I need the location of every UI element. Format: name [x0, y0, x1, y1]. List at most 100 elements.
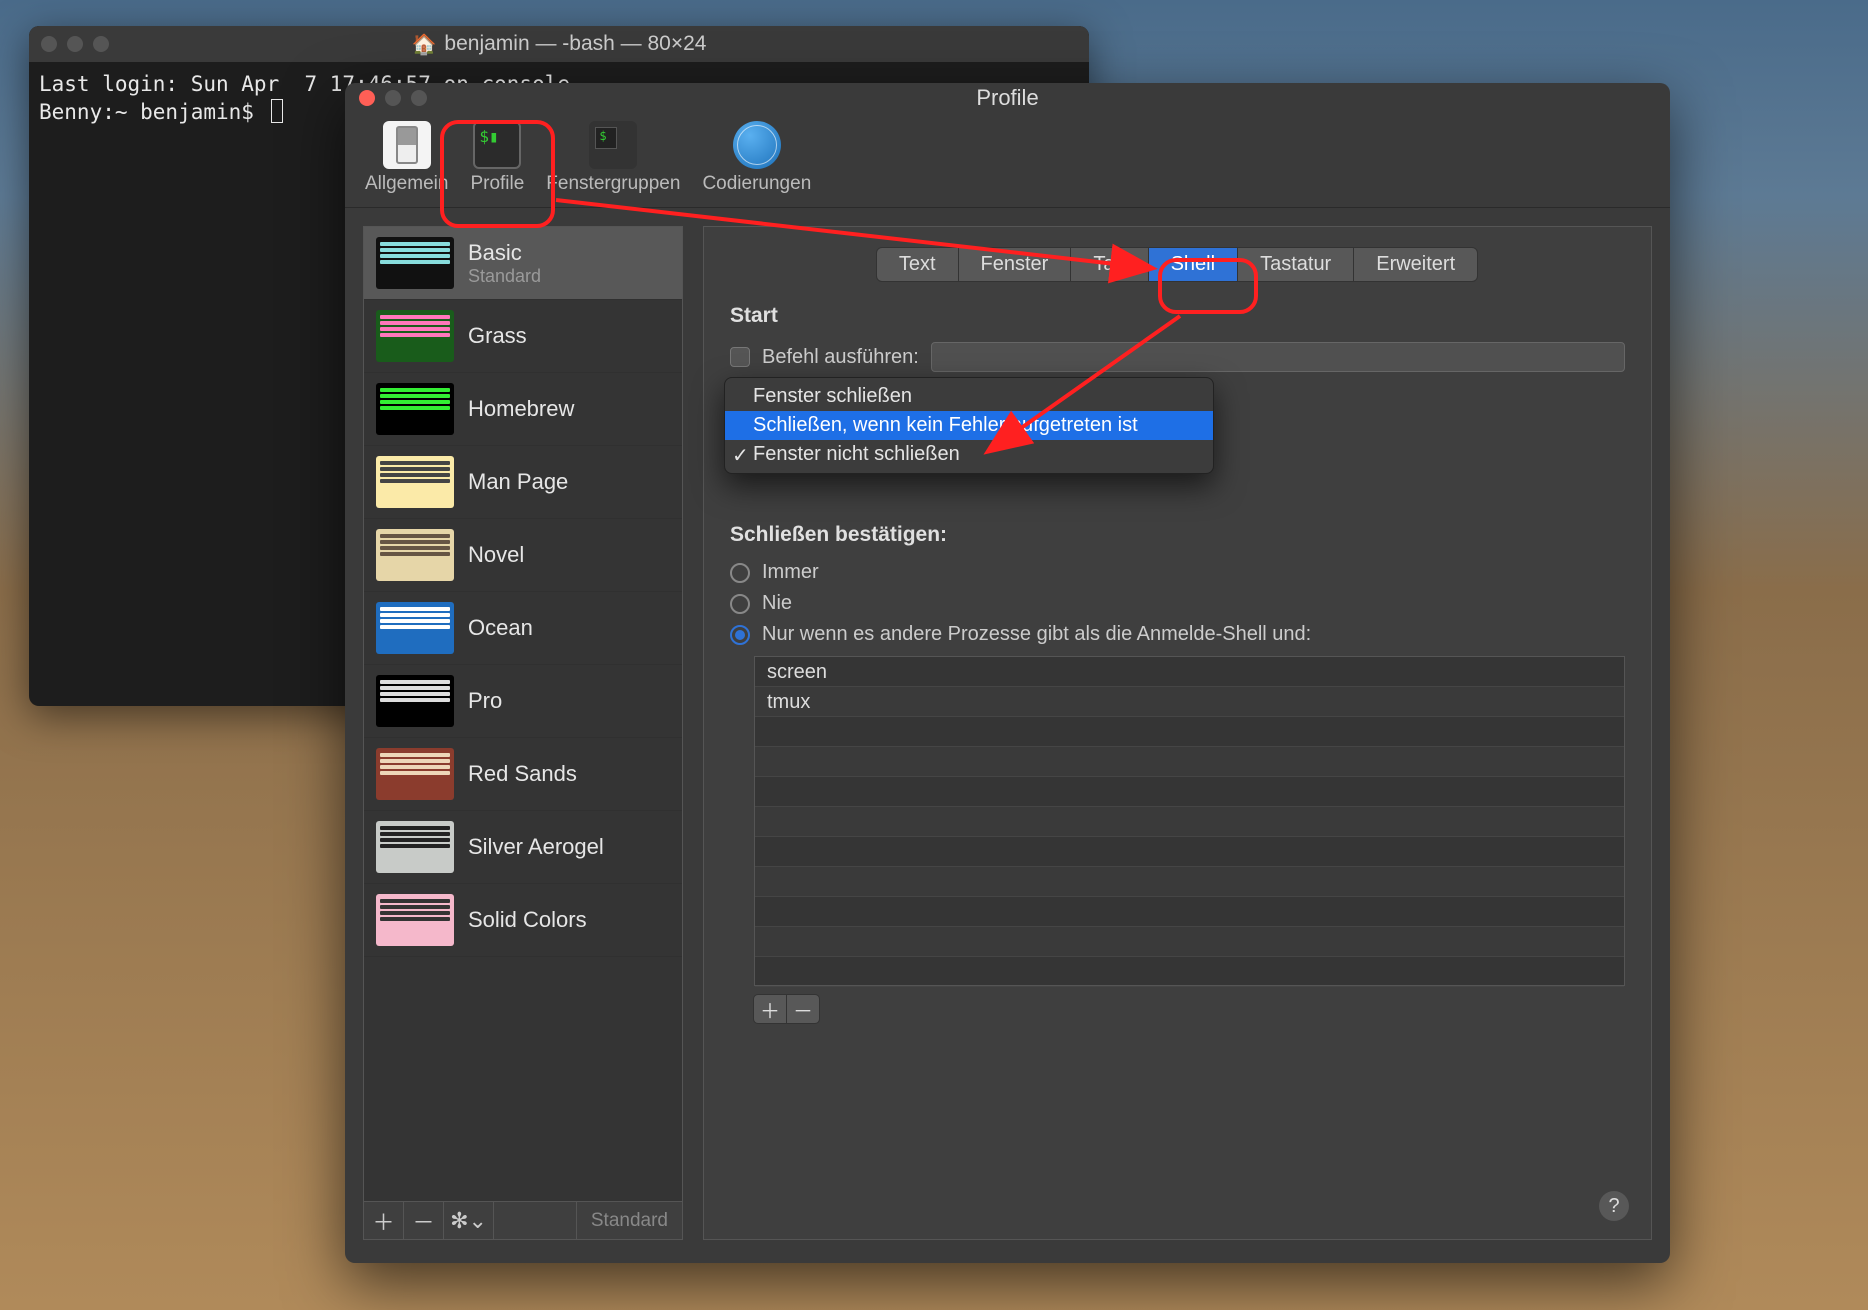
process-row[interactable] — [755, 867, 1624, 897]
on-exit-dropdown[interactable]: Fenster schließenSchließen, wenn kein Fe… — [724, 377, 1214, 474]
profile-thumbnail — [376, 529, 454, 581]
profile-name: Solid Colors — [468, 907, 587, 933]
confirm-never-label: Nie — [762, 592, 792, 615]
minimize-button[interactable] — [67, 36, 83, 52]
close-button[interactable] — [41, 36, 57, 52]
profile-name: Man Page — [468, 469, 568, 495]
confirm-processes-radio[interactable] — [730, 625, 750, 645]
toolbar-groups-label: Fenstergruppen — [546, 173, 680, 195]
profile-row[interactable]: Pro — [364, 665, 682, 738]
profile-row[interactable]: Man Page — [364, 446, 682, 519]
add-process-button[interactable]: ＋ — [753, 994, 787, 1024]
confirm-always-radio[interactable] — [730, 563, 750, 583]
process-row[interactable] — [755, 747, 1624, 777]
run-command-field[interactable] — [931, 342, 1625, 372]
prefs-title: Profile — [976, 85, 1038, 111]
profile-name: Ocean — [468, 615, 533, 641]
profile-thumbnail — [376, 237, 454, 289]
process-row[interactable] — [755, 717, 1624, 747]
process-row[interactable]: screen — [755, 657, 1624, 687]
profile-list[interactable]: BasicStandard Grass Homebrew Man Page No… — [363, 226, 683, 1202]
tab-fenster[interactable]: Fenster — [958, 247, 1072, 282]
profile-thumbnail — [376, 602, 454, 654]
tab-erweitert[interactable]: Erweitert — [1353, 247, 1478, 282]
terminal-title-text: benjamin — -bash — 80×24 — [444, 32, 706, 56]
minimize-button[interactable] — [385, 90, 401, 106]
profile-sublabel: Standard — [468, 266, 541, 287]
toolbar-general[interactable]: Allgemein — [359, 117, 454, 199]
toolbar-groups[interactable]: Fenstergruppen — [540, 117, 686, 199]
start-section-label: Start — [730, 304, 1625, 328]
confirm-close-label: Schließen bestätigen: — [730, 523, 1625, 547]
process-row[interactable] — [755, 957, 1624, 987]
cursor-icon — [271, 99, 283, 123]
dropdown-option[interactable]: ✓Fenster nicht schließen — [725, 440, 1213, 469]
zoom-button[interactable] — [411, 90, 427, 106]
toolbar-encodings[interactable]: Codierungen — [696, 117, 817, 199]
tab-text[interactable]: Text — [876, 247, 959, 282]
profile-thumbnail — [376, 748, 454, 800]
add-profile-button[interactable]: ＋ — [364, 1202, 404, 1239]
zoom-button[interactable] — [93, 36, 109, 52]
toolbar-profile[interactable]: Profile — [464, 117, 530, 199]
home-icon: 🏠 — [412, 32, 437, 57]
profile-icon — [473, 121, 521, 169]
profile-row[interactable]: Ocean — [364, 592, 682, 665]
process-table[interactable]: screentmux — [754, 656, 1625, 986]
profile-thumbnail — [376, 894, 454, 946]
confirm-never-radio[interactable] — [730, 594, 750, 614]
profile-actions-menu[interactable]: ✻⌄ — [444, 1202, 494, 1239]
help-button[interactable]: ? — [1599, 1191, 1629, 1221]
tab-tab[interactable]: Tab — [1070, 247, 1148, 282]
profile-row[interactable]: Grass — [364, 300, 682, 373]
check-icon: ✓ — [732, 443, 749, 468]
terminal-title: 🏠 benjamin — -bash — 80×24 — [412, 32, 707, 57]
confirm-processes-label: Nur wenn es andere Prozesse gibt als die… — [762, 623, 1311, 646]
profile-name: Basic — [468, 240, 541, 266]
profile-name: Grass — [468, 323, 527, 349]
profile-row[interactable]: BasicStandard — [364, 227, 682, 300]
process-row[interactable] — [755, 777, 1624, 807]
profile-thumbnail — [376, 310, 454, 362]
profile-thumbnail — [376, 675, 454, 727]
profile-name: Silver Aerogel — [468, 834, 604, 860]
close-button[interactable] — [359, 90, 375, 106]
profile-thumbnail — [376, 821, 454, 873]
run-command-checkbox[interactable] — [730, 347, 750, 367]
remove-profile-button[interactable]: － — [404, 1202, 444, 1239]
profile-name: Homebrew — [468, 396, 574, 422]
process-row[interactable] — [755, 897, 1624, 927]
confirm-always-label: Immer — [762, 561, 819, 584]
dropdown-option[interactable]: Schließen, wenn kein Fehler aufgetreten … — [725, 411, 1213, 440]
prefs-titlebar[interactable]: Profile — [345, 83, 1670, 113]
profile-row[interactable]: Homebrew — [364, 373, 682, 446]
preferences-window: Profile Allgemein Profile Fenstergruppen… — [345, 83, 1670, 1263]
profile-name: Novel — [468, 542, 524, 568]
profile-row[interactable]: Solid Colors — [364, 884, 682, 957]
settings-panel: TextFensterTabShellTastaturErweitert Sta… — [703, 226, 1652, 1240]
dropdown-option[interactable]: Fenster schließen — [725, 382, 1213, 411]
toolbar-profile-label: Profile — [470, 173, 524, 195]
terminal-traffic-lights — [41, 36, 109, 52]
run-command-label: Befehl ausführen: — [762, 346, 919, 369]
tab-tastatur[interactable]: Tastatur — [1237, 247, 1354, 282]
process-row[interactable] — [755, 927, 1624, 957]
profile-row[interactable]: Silver Aerogel — [364, 811, 682, 884]
profile-row[interactable]: Red Sands — [364, 738, 682, 811]
profile-row[interactable]: Novel — [364, 519, 682, 592]
profile-name: Pro — [468, 688, 502, 714]
process-row[interactable] — [755, 837, 1624, 867]
process-row[interactable]: tmux — [755, 687, 1624, 717]
terminal-titlebar[interactable]: 🏠 benjamin — -bash — 80×24 — [29, 26, 1089, 62]
set-default-button[interactable]: Standard — [576, 1202, 682, 1239]
remove-process-button[interactable]: － — [786, 994, 820, 1024]
toolbar-encodings-label: Codierungen — [702, 173, 811, 195]
profiles-sidebar: BasicStandard Grass Homebrew Man Page No… — [363, 226, 683, 1240]
switch-icon — [383, 121, 431, 169]
tab-shell[interactable]: Shell — [1148, 247, 1238, 282]
window-groups-icon — [589, 121, 637, 169]
profile-thumbnail — [376, 456, 454, 508]
process-row[interactable] — [755, 807, 1624, 837]
toolbar-general-label: Allgemein — [365, 173, 448, 195]
prefs-traffic-lights — [359, 90, 427, 106]
